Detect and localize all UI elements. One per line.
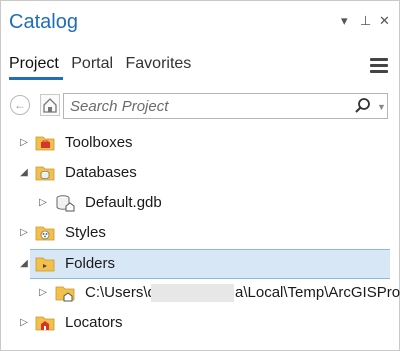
styles-folder-icon: [35, 226, 55, 241]
tree-item-label: Toolboxes: [65, 134, 133, 151]
search-icon[interactable]: [354, 97, 372, 115]
redacted-area: [151, 284, 234, 302]
tab-portal[interactable]: Portal: [71, 55, 113, 73]
tree-item-temp-folder[interactable]: ▷ C:\Users\d a\Local\Temp\ArcGISPro: [1, 279, 400, 309]
expand-triangle-icon[interactable]: ▷: [18, 137, 30, 149]
tree-item-label: Locators: [65, 314, 123, 331]
tree-item-label: C:\Users\d: [85, 284, 156, 301]
active-tab-indicator: [9, 77, 63, 80]
database-folder-icon: [35, 166, 55, 181]
pin-icon[interactable]: ⊥: [360, 13, 371, 29]
catalog-pane: Catalog ▾ ⊥ ✕ Project Portal Favorites ←…: [0, 0, 400, 351]
tree-item-databases[interactable]: ◢ Databases: [1, 159, 399, 189]
locators-folder-icon: [35, 316, 55, 331]
tree-item-folders[interactable]: ◢ Folders: [20, 249, 390, 279]
expand-triangle-icon[interactable]: ▷: [37, 197, 49, 209]
hamburger-menu-icon[interactable]: [370, 58, 388, 76]
tab-strip: Project Portal Favorites: [9, 55, 199, 73]
tree-item-label: Databases: [65, 164, 137, 181]
tree-item-locators[interactable]: ▷ Locators: [1, 309, 399, 339]
close-icon[interactable]: ✕: [379, 13, 390, 29]
pane-title: Catalog: [9, 11, 78, 33]
tab-favorites[interactable]: Favorites: [126, 55, 192, 73]
collapse-triangle-icon[interactable]: ◢: [18, 167, 30, 179]
pane-options-chevron-icon[interactable]: ▾: [341, 13, 348, 29]
folder-icon: [35, 257, 55, 272]
tree-item-label-suffix: a\Local\Temp\ArcGISPro: [235, 284, 400, 301]
expand-triangle-icon[interactable]: ▷: [37, 287, 49, 299]
tab-project[interactable]: Project: [9, 55, 59, 73]
back-arrow-icon[interactable]: ←: [10, 95, 30, 115]
toolbox-folder-icon: [35, 136, 55, 151]
collapse-triangle-icon[interactable]: ◢: [18, 258, 30, 270]
tree-item-label: Styles: [65, 224, 106, 241]
tree-item-default-gdb[interactable]: ▷ Default.gdb: [1, 189, 399, 219]
search-placeholder: Search Project: [70, 98, 169, 115]
tree-item-label: Folders: [65, 255, 116, 272]
geodatabase-home-icon: [56, 195, 75, 212]
tree-item-styles[interactable]: ▷ Styles: [1, 219, 399, 249]
search-dropdown-chevron-icon[interactable]: ▼: [377, 102, 386, 112]
search-input[interactable]: Search Project ▼: [63, 93, 388, 119]
tree-item-label: Default.gdb: [85, 194, 162, 211]
home-icon[interactable]: [40, 94, 60, 116]
folder-home-icon: [55, 286, 75, 302]
expand-triangle-icon[interactable]: ▷: [18, 317, 30, 329]
expand-triangle-icon[interactable]: ▷: [18, 227, 30, 239]
tree-item-toolboxes[interactable]: ▷ Toolboxes: [1, 129, 399, 159]
